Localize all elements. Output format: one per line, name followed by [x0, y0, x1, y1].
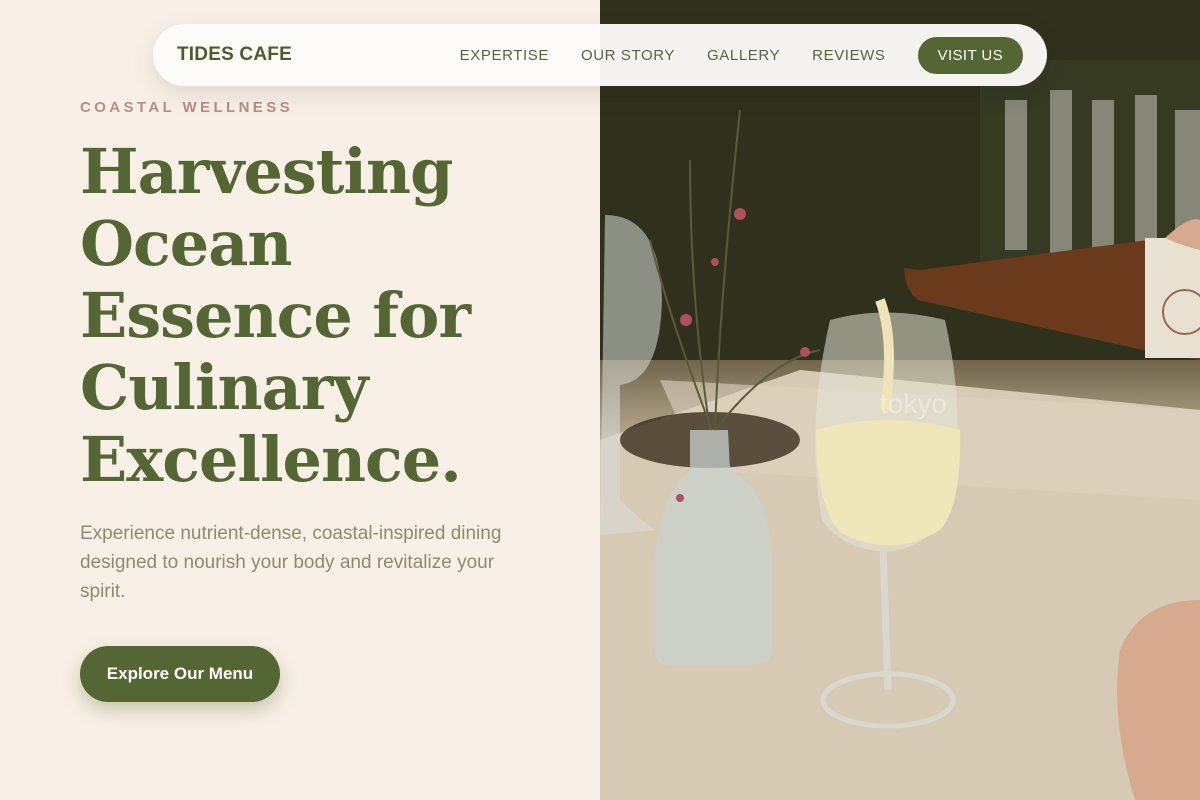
- nav-link-our-story[interactable]: OUR STORY: [581, 47, 675, 64]
- watermark-text: tokyo: [880, 388, 947, 419]
- nav-link-expertise[interactable]: EXPERTISE: [460, 47, 549, 64]
- brand-logo[interactable]: TIDES CAFE: [177, 44, 292, 66]
- hero-headline: Harvesting Ocean Essence for Culinary Ex…: [80, 135, 471, 496]
- nav-links: EXPERTISE OUR STORY GALLERY REVIEWS VISI…: [460, 36, 1023, 74]
- top-navigation: TIDES CAFE EXPERTISE OUR STORY GALLERY R…: [153, 24, 1047, 86]
- explore-menu-button[interactable]: Explore Our Menu: [80, 646, 280, 702]
- nav-link-reviews[interactable]: REVIEWS: [812, 47, 885, 64]
- eyebrow-label: COASTAL WELLNESS: [80, 99, 294, 116]
- hero-subtext: Experience nutrient-dense, coastal-inspi…: [80, 523, 502, 602]
- visit-us-button[interactable]: VISIT US: [917, 36, 1023, 74]
- nav-link-gallery[interactable]: GALLERY: [707, 47, 780, 64]
